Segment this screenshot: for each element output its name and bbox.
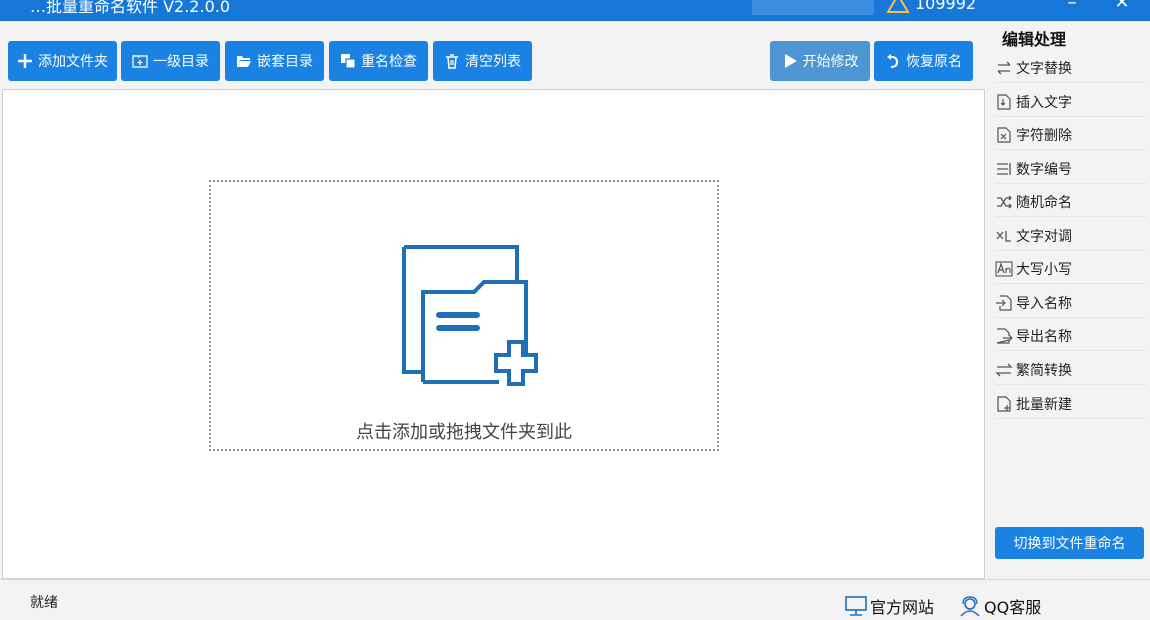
side-item-convert[interactable]: 繁简转换 xyxy=(995,355,1147,385)
delete-char-icon xyxy=(997,126,1011,143)
side-item-label: 批量新建 xyxy=(1016,396,1072,413)
play-icon xyxy=(784,54,797,68)
side-item-batch-new[interactable]: 批量新建 xyxy=(995,389,1147,419)
duplicate-icon xyxy=(341,54,356,69)
close-button[interactable]: ✕ xyxy=(1110,0,1134,13)
user-id: 109992 xyxy=(915,0,977,13)
side-item-insert-text[interactable]: 插入文字 xyxy=(995,87,1147,117)
window-title: …批量重命名软件 V2.2.0.0 xyxy=(30,0,231,16)
add-folder-button[interactable]: 添加文件夹 xyxy=(8,41,117,81)
side-item-swap-text[interactable]: 文字对调 xyxy=(995,221,1147,251)
user-icon xyxy=(886,0,910,13)
nested-dir-label: 嵌套目录 xyxy=(257,54,313,70)
side-item-label: 繁简转换 xyxy=(1016,362,1072,379)
nested-dir-button[interactable]: 嵌套目录 xyxy=(225,41,324,81)
swap-icon xyxy=(997,61,1011,74)
clear-list-label: 清空列表 xyxy=(465,54,521,70)
website-label: 官方网站 xyxy=(870,598,935,617)
monitor-icon xyxy=(845,596,867,616)
switch-to-file-rename-button[interactable]: 切换到文件重命名 xyxy=(995,527,1144,559)
numbering-icon xyxy=(997,162,1011,175)
level-one-dir-label: 一级目录 xyxy=(153,54,209,70)
side-item-label: 导入名称 xyxy=(1016,295,1072,312)
side-item-label: 字符删除 xyxy=(1016,127,1072,144)
support-icon xyxy=(960,596,980,617)
duplicate-check-label: 重名检查 xyxy=(361,54,417,70)
file-list-area[interactable]: 点击添加或拖拽文件夹到此 xyxy=(2,89,985,579)
undo-icon xyxy=(887,54,899,68)
side-item-import-name[interactable]: 导入名称 xyxy=(995,288,1147,318)
qq-support-label: QQ客服 xyxy=(984,598,1042,617)
export-icon xyxy=(996,327,1013,344)
folder-open-icon xyxy=(237,56,251,67)
add-folder-icon xyxy=(402,245,538,386)
swap-text-icon xyxy=(996,230,1011,242)
side-item-case[interactable]: 大写小写 xyxy=(995,254,1147,284)
clear-list-button[interactable]: 清空列表 xyxy=(433,41,532,81)
title-bar: …批量重命名软件 V2.2.0.0 109992 – ✕ xyxy=(0,0,1150,21)
side-item-label: 文字对调 xyxy=(1016,228,1072,245)
side-item-label: 数字编号 xyxy=(1016,161,1072,178)
side-item-numbering[interactable]: 数字编号 xyxy=(995,154,1147,184)
side-item-export-name[interactable]: 导出名称 xyxy=(995,321,1147,351)
insert-text-icon xyxy=(997,93,1011,110)
side-item-label: 大写小写 xyxy=(1016,261,1072,278)
side-item-delete-char[interactable]: 字符删除 xyxy=(995,120,1147,150)
side-item-label: 导出名称 xyxy=(1016,328,1072,345)
trash-icon xyxy=(446,54,458,69)
side-item-label: 插入文字 xyxy=(1016,94,1072,111)
edit-panel-title: 编辑处理 xyxy=(1002,30,1067,49)
edit-panel: 编辑处理 文字替换 插入文字 字符删除 数字编号 随机命名 文字对调 大写小写 … xyxy=(985,21,1150,579)
drop-hint-text: 点击添加或拖拽文件夹到此 xyxy=(356,422,572,443)
user-info[interactable]: 109992 xyxy=(885,0,976,14)
level-one-dir-button[interactable]: 一级目录 xyxy=(121,41,220,81)
plus-icon xyxy=(18,54,32,68)
case-icon xyxy=(995,260,1013,277)
new-file-icon xyxy=(997,395,1011,412)
restore-name-button[interactable]: 恢复原名 xyxy=(874,41,973,81)
status-bar: 就绪 官方网站 QQ客服 xyxy=(0,579,1150,620)
folder-add-icon xyxy=(132,55,148,68)
drop-zone[interactable]: 点击添加或拖拽文件夹到此 xyxy=(209,180,719,451)
duplicate-check-button[interactable]: 重名检查 xyxy=(329,41,428,81)
import-icon xyxy=(996,294,1012,311)
minimize-button[interactable]: – xyxy=(1060,0,1084,13)
side-item-random-name[interactable]: 随机命名 xyxy=(995,187,1147,217)
side-item-text-replace[interactable]: 文字替换 xyxy=(995,53,1147,83)
website-link[interactable]: 官方网站 xyxy=(844,594,934,618)
start-modify-label: 开始修改 xyxy=(802,54,859,70)
add-folder-label: 添加文件夹 xyxy=(38,54,108,70)
status-text: 就绪 xyxy=(30,595,58,611)
side-item-label: 文字替换 xyxy=(1016,60,1072,77)
convert-icon xyxy=(995,363,1013,376)
start-modify-button[interactable]: 开始修改 xyxy=(770,41,870,81)
restore-name-label: 恢复原名 xyxy=(906,54,962,70)
side-item-label: 随机命名 xyxy=(1016,194,1072,211)
shuffle-icon xyxy=(997,195,1012,208)
title-blank-area xyxy=(752,0,874,15)
qq-support-link[interactable]: QQ客服 xyxy=(958,594,1041,618)
